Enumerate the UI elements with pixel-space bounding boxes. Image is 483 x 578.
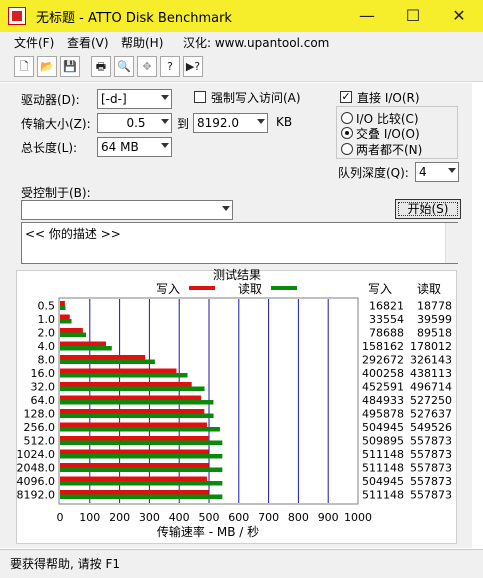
- read-value: 326143: [410, 354, 452, 367]
- read-bar: [60, 346, 112, 351]
- y-tick-label: 2.0: [38, 327, 56, 340]
- write-value: 78688: [369, 327, 404, 340]
- y-tick-label: 4.0: [38, 340, 56, 353]
- read-value: 18778: [417, 300, 452, 313]
- write-value: 33554: [369, 313, 404, 326]
- read-bar: [60, 440, 223, 445]
- write-value: 504945: [362, 475, 404, 488]
- x-tick-label: 800: [288, 511, 309, 524]
- read-value: 438113: [410, 367, 452, 380]
- x-tick-label: 200: [109, 511, 130, 524]
- results-chart: 测试结果 写入 读取 写入 读取 0 100 200 300 400 500 600 700 8…: [17, 267, 453, 539]
- write-bar: [60, 449, 209, 454]
- x-tick-label: 500: [199, 511, 220, 524]
- y-tick-label: 64.0: [31, 394, 56, 407]
- x-tick-label: 400: [169, 511, 190, 524]
- write-bar: [60, 436, 209, 441]
- status-bar: 要获得帮助, 请按 F1: [0, 549, 483, 578]
- y-tick-label: 8.0: [38, 354, 56, 367]
- read-value: 557873: [410, 435, 452, 448]
- read-bar: [60, 467, 223, 472]
- y-tick-label: 1024.0: [17, 448, 56, 461]
- write-value: 504945: [362, 421, 404, 434]
- write-bar: [60, 341, 107, 346]
- read-value: 557873: [410, 448, 452, 461]
- write-bar: [60, 301, 65, 306]
- read-bar: [60, 319, 72, 324]
- x-axis-label: 传输速率 - MB / 秒: [157, 524, 259, 539]
- write-bar: [60, 395, 202, 400]
- x-tick-label: 900: [318, 511, 339, 524]
- write-value: 511148: [362, 462, 404, 475]
- write-bar: [60, 463, 209, 468]
- read-bar: [60, 427, 220, 432]
- column-read-header: 读取: [417, 282, 441, 296]
- write-bar: [60, 328, 83, 333]
- y-tick-label: 16.0: [31, 367, 56, 380]
- write-value: 495878: [362, 408, 404, 421]
- read-value: 557873: [410, 462, 452, 475]
- x-tick-label: 100: [79, 511, 100, 524]
- read-value: 39599: [417, 313, 452, 326]
- y-tick-label: 256.0: [24, 421, 56, 434]
- x-tick-label: 300: [139, 511, 160, 524]
- write-value: 511148: [362, 489, 404, 502]
- y-tick-label: 4096.0: [17, 475, 56, 488]
- write-bar: [60, 409, 205, 414]
- y-tick-label: 512.0: [24, 435, 56, 448]
- read-bar: [60, 413, 214, 418]
- read-bar: [60, 400, 214, 405]
- x-tick-label: 700: [258, 511, 279, 524]
- x-tick-label: 600: [228, 511, 249, 524]
- read-value: 549526: [410, 421, 452, 434]
- read-value: 89518: [417, 327, 452, 340]
- write-value: 16821: [369, 300, 404, 313]
- write-value: 452591: [362, 381, 404, 394]
- legend-write-swatch: [189, 286, 215, 290]
- read-value: 527250: [410, 394, 452, 407]
- y-tick-label: 128.0: [24, 408, 56, 421]
- read-bar: [60, 332, 87, 337]
- write-value: 509895: [362, 435, 404, 448]
- results-title: 测试结果: [213, 267, 261, 282]
- read-value: 178012: [410, 340, 452, 353]
- read-bar: [60, 305, 66, 310]
- y-tick-label: 2048.0: [17, 462, 56, 475]
- read-bar: [60, 359, 155, 364]
- write-bar: [60, 422, 207, 427]
- status-text: 要获得帮助, 请按 F1: [10, 557, 120, 571]
- read-value: 557873: [410, 489, 452, 502]
- legend-write-label: 写入: [156, 282, 180, 296]
- read-bar: [60, 386, 205, 391]
- write-value: 400258: [362, 367, 404, 380]
- legend-read-swatch: [271, 286, 297, 290]
- write-value: 484933: [362, 394, 404, 407]
- legend-read-label: 读取: [238, 282, 262, 296]
- read-bar: [60, 481, 223, 486]
- write-bar: [60, 382, 192, 387]
- y-tick-label: 1.0: [38, 313, 56, 326]
- read-bar: [60, 454, 223, 459]
- read-value: 527637: [410, 408, 452, 421]
- write-value: 511148: [362, 448, 404, 461]
- x-tick-label: 0: [57, 511, 64, 524]
- write-value: 292672: [362, 354, 404, 367]
- write-bar: [60, 355, 146, 360]
- y-tick-label: 0.5: [38, 300, 56, 313]
- read-value: 557873: [410, 475, 452, 488]
- write-bar: [60, 368, 177, 373]
- read-bar: [60, 373, 188, 378]
- x-tick-label: 1000: [344, 511, 372, 524]
- read-bar: [60, 494, 223, 499]
- write-value: 158162: [362, 340, 404, 353]
- write-bar: [60, 314, 70, 319]
- y-tick-label: 8192.0: [17, 489, 56, 502]
- read-value: 496714: [410, 381, 452, 394]
- write-bar: [60, 490, 209, 495]
- column-write-header: 写入: [368, 282, 392, 296]
- y-tick-label: 32.0: [31, 381, 56, 394]
- write-bar: [60, 476, 207, 481]
